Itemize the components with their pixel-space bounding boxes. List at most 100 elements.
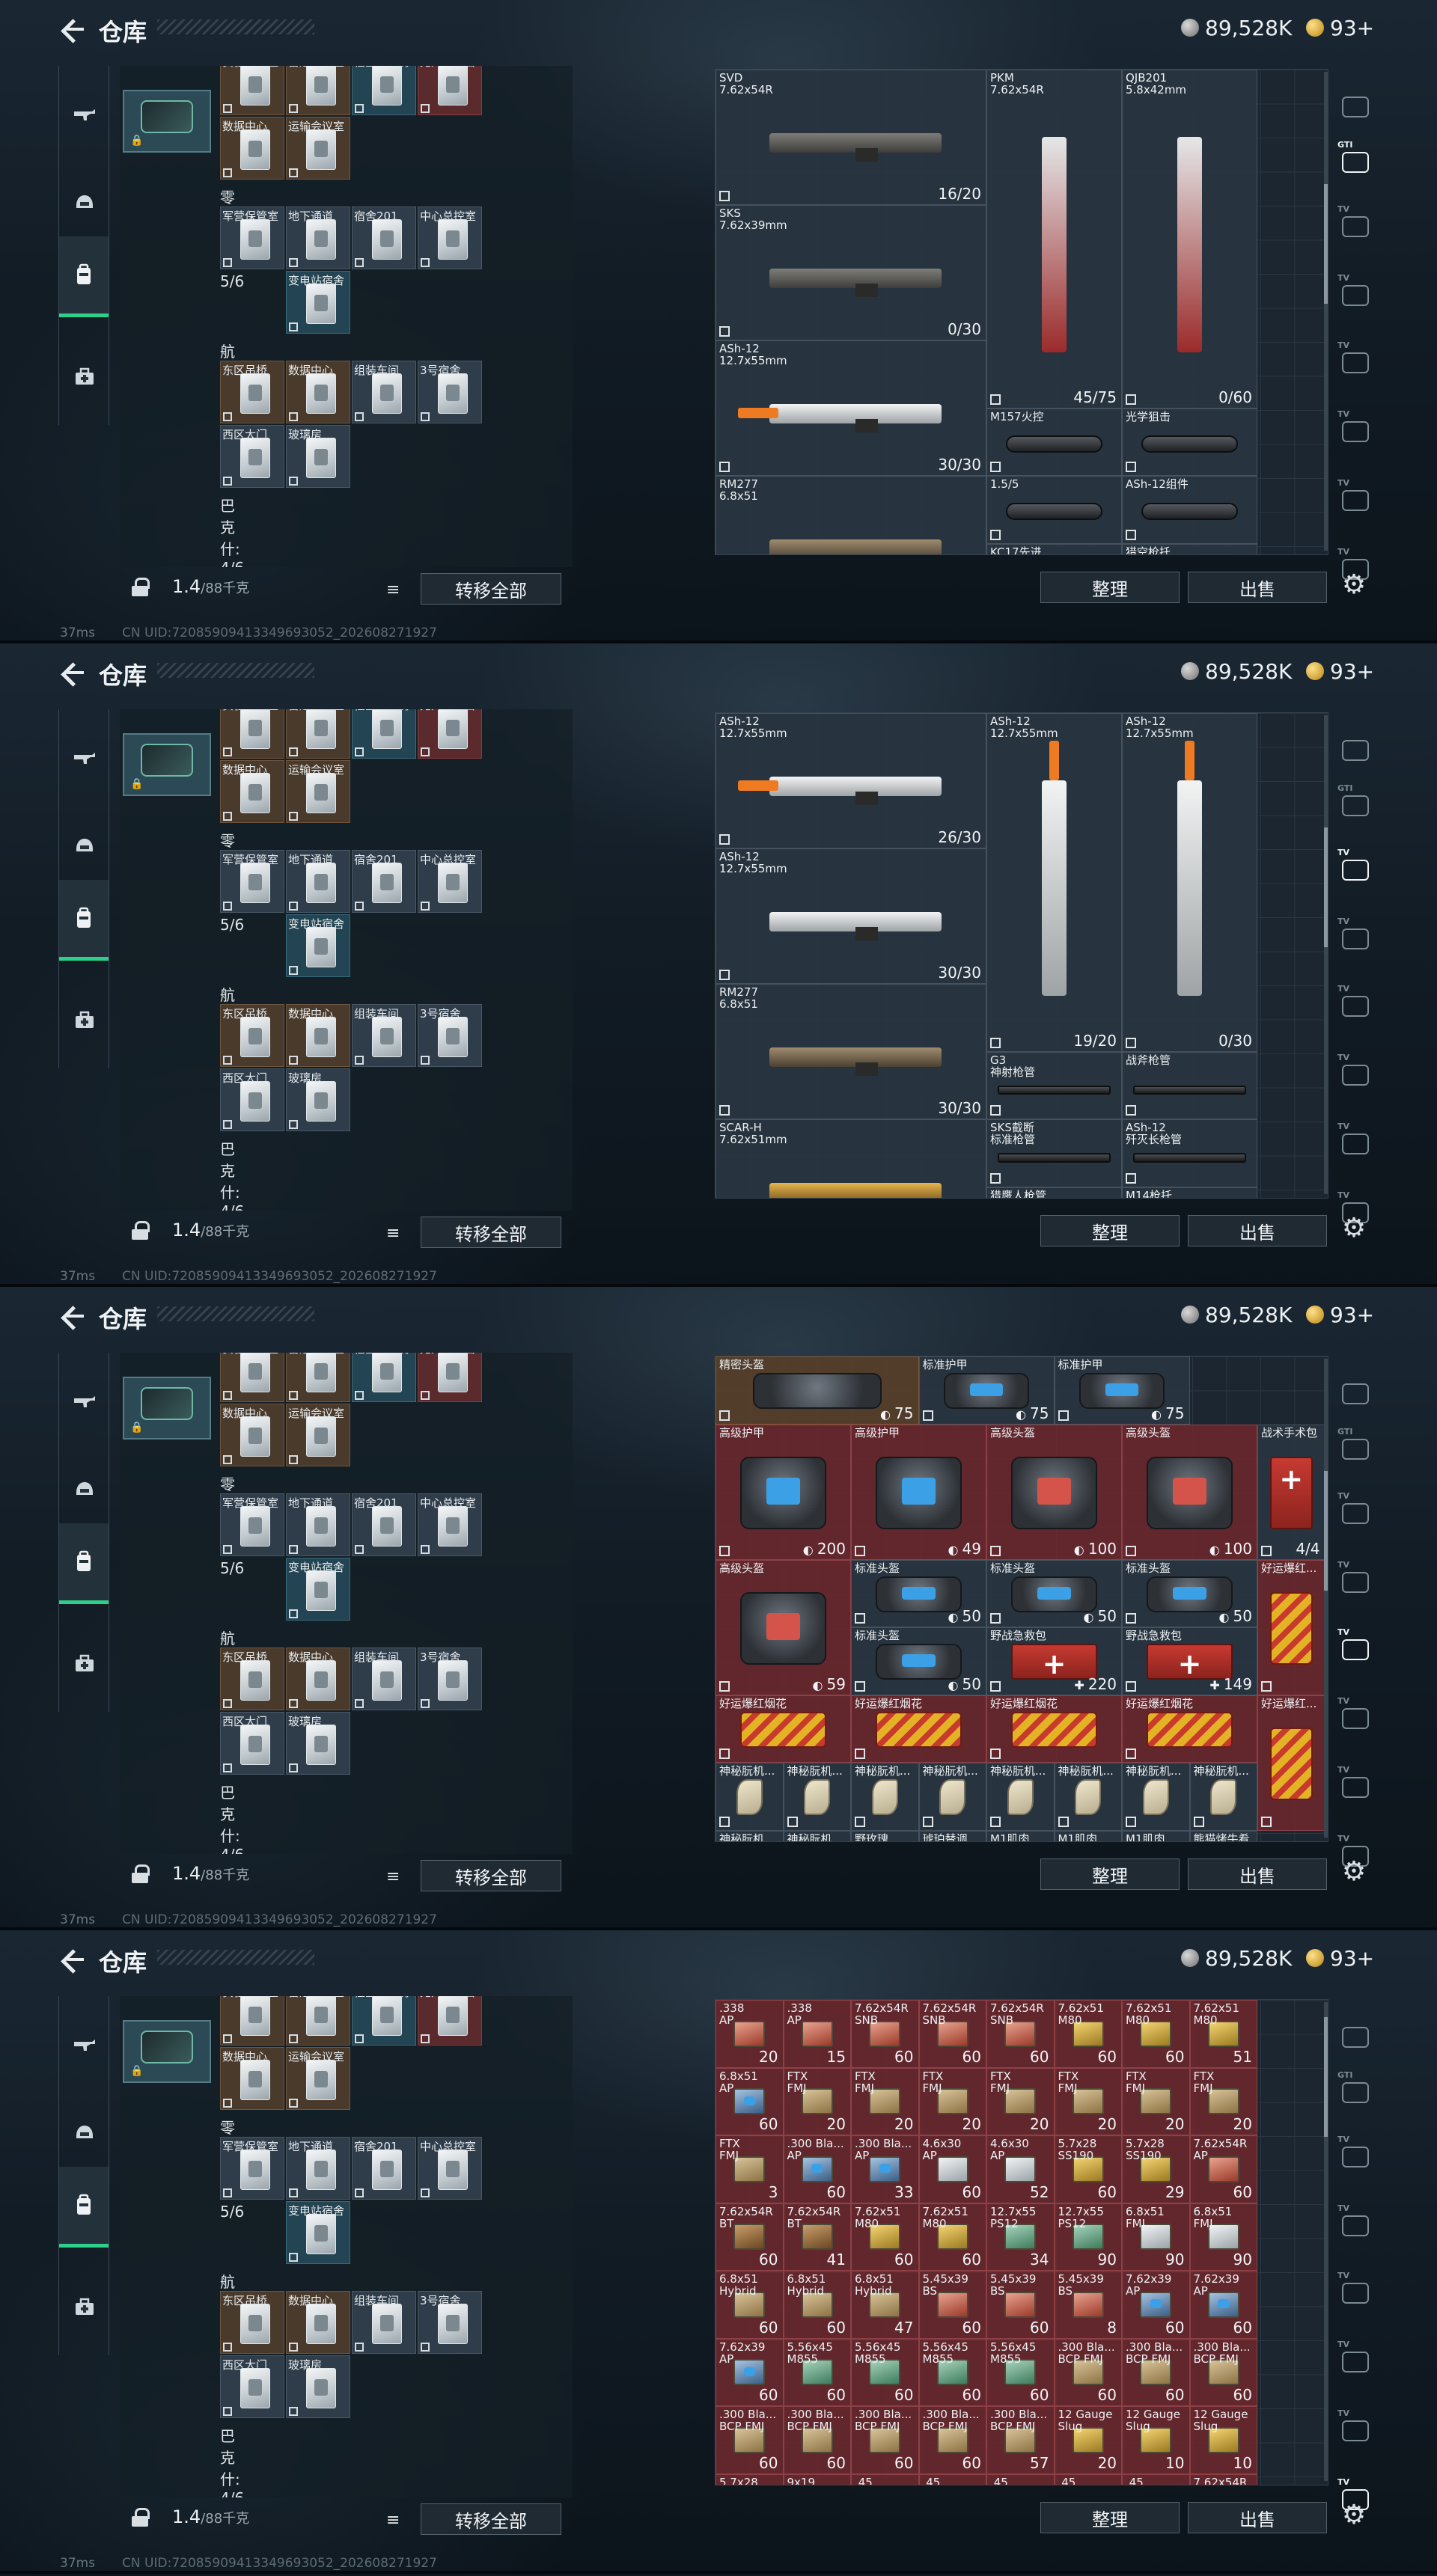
sort-button[interactable]: 整理 bbox=[1040, 2502, 1180, 2533]
inventory-grid[interactable]: SVD 7.62x54R 16/20 PKM 7.62x54R 45/75 QJB201… bbox=[715, 69, 1328, 555]
inventory-item[interactable]: 琥珀替调 bbox=[918, 1830, 986, 1841]
ammo-item[interactable]: FTX FMJ 20 bbox=[1189, 2067, 1257, 2135]
inventory-item[interactable]: 高级头盔 100 bbox=[1122, 1424, 1257, 1560]
inventory-item[interactable]: SCAR-H 7.62x51mm bbox=[716, 1119, 986, 1198]
key-card[interactable]: 组装车间 bbox=[352, 2291, 416, 2354]
ammo-item[interactable]: 5.45x39 BS 60 bbox=[918, 2271, 986, 2339]
ammo-item[interactable]: .45 ACP bbox=[1054, 2473, 1122, 2485]
ammo-item[interactable]: 6.8x51 FMJ 90 bbox=[1122, 2203, 1190, 2271]
ammo-item[interactable]: 5.45x39 BS 8 bbox=[1054, 2271, 1122, 2339]
ammo-item[interactable]: 12 Gauge Slug 10 bbox=[1189, 2406, 1257, 2474]
inventory-item[interactable]: 1.5/5 bbox=[986, 476, 1122, 544]
inventory-item[interactable]: 神秘朊机... bbox=[1189, 1763, 1257, 1831]
inventory-item[interactable]: 好运爆红... bbox=[1257, 1559, 1325, 1695]
tv-icon[interactable] bbox=[1334, 1491, 1376, 1532]
list-view-icon[interactable]: ≡ bbox=[386, 1867, 400, 1886]
key-card[interactable]: 数据中心 bbox=[286, 361, 350, 423]
tab-backpack[interactable] bbox=[59, 2167, 109, 2248]
ammo-item[interactable]: 6.8x51 Hybrid 60 bbox=[716, 2271, 784, 2339]
key-card[interactable] bbox=[220, 2201, 284, 2264]
ammo-item[interactable]: .338 AP 20 bbox=[716, 2000, 784, 2068]
tab-backpack[interactable] bbox=[59, 236, 109, 317]
ammo-item[interactable]: 5.56x45 M855 60 bbox=[986, 2338, 1055, 2406]
inventory-item[interactable]: SKS 7.62x39mm 0/30 bbox=[716, 205, 986, 340]
key-card[interactable] bbox=[220, 1558, 284, 1621]
key-card[interactable]: 运输会议室 bbox=[286, 1404, 350, 1466]
key-card[interactable]: 变电站宿舍 bbox=[286, 914, 350, 977]
ammo-item[interactable]: 7.62x51 M80 51 bbox=[1189, 2000, 1257, 2068]
key-storage-list[interactable]: 🔒 实验员宿室雷达会议室检查站库房无人机平台数据中心运输会议室零号大坝: 5/6… bbox=[120, 1353, 573, 1854]
inventory-item[interactable]: 好运爆红烟花 bbox=[1122, 1695, 1257, 1763]
settings-gear-icon[interactable]: ⚙ bbox=[1338, 1212, 1370, 1243]
tab-weapons[interactable] bbox=[65, 1383, 104, 1422]
settings-gear-icon[interactable]: ⚙ bbox=[1338, 569, 1370, 600]
inventory-grid[interactable]: .338 AP 20.338 AP 15 7.62x54R SNB 60 7.62x54R… bbox=[715, 1999, 1328, 2485]
sort-button[interactable]: 整理 bbox=[1040, 1215, 1180, 1246]
sell-button[interactable]: 出售 bbox=[1188, 2502, 1327, 2533]
key-card[interactable]: 无人机平台 bbox=[418, 66, 482, 115]
ammo-item[interactable]: 5.7x28 SS190 60 bbox=[1054, 2135, 1122, 2203]
garage-icon[interactable] bbox=[1334, 88, 1376, 126]
inventory-grid[interactable]: 精密头盔75标准护甲75标准护甲75高级护甲200高级护甲49高级头盔100高级… bbox=[715, 1356, 1328, 1842]
inventory-item[interactable]: 神秘朊机... bbox=[716, 1763, 784, 1831]
ammo-item[interactable]: 5.56x45 M855 60 bbox=[851, 2338, 919, 2406]
inventory-item[interactable]: 神秘朊机 bbox=[783, 1830, 851, 1841]
key-card[interactable]: 数据中心 bbox=[286, 2291, 350, 2354]
ammo-item[interactable]: 4.6x30 AP 52 bbox=[986, 2135, 1055, 2203]
inventory-item[interactable]: ASh-12 歼灭长枪管 bbox=[1122, 1119, 1257, 1187]
sell-button[interactable]: 出售 bbox=[1188, 1858, 1327, 1890]
inventory-item[interactable]: M14枪托 bbox=[1122, 1187, 1257, 1198]
inventory-item[interactable]: 战术手术包 4/4 bbox=[1257, 1424, 1325, 1560]
ammo-item[interactable]: .300 Bla... BCP FMJ 60 bbox=[1189, 2338, 1257, 2406]
ammo-item[interactable]: 7.62x51 M80 60 bbox=[851, 2203, 919, 2271]
transfer-all-button[interactable]: 转移全部 bbox=[421, 1217, 561, 1248]
ammo-item[interactable]: FTX FMJ 20 bbox=[986, 2067, 1055, 2135]
settings-gear-icon[interactable]: ⚙ bbox=[1338, 2499, 1370, 2530]
scrollbar-thumb[interactable] bbox=[1324, 2017, 1328, 2137]
inventory-item[interactable]: RM277 6.8x51 30/30 bbox=[716, 984, 986, 1119]
key-storage-list[interactable]: 🔒 实验员宿室雷达会议室检查站库房无人机平台数据中心运输会议室零号大坝: 5/6… bbox=[120, 66, 573, 567]
gti-icon[interactable] bbox=[1334, 1427, 1376, 1468]
key-card[interactable]: 西区大门 bbox=[220, 1068, 284, 1131]
inventory-item[interactable]: 战斧枪管 bbox=[1122, 1051, 1257, 1119]
sort-button[interactable]: 整理 bbox=[1040, 572, 1180, 603]
transfer-all-button[interactable]: 转移全部 bbox=[421, 2503, 561, 2535]
garage-icon[interactable] bbox=[1334, 2019, 1376, 2056]
ammo-item[interactable]: 7.62x54R AP 60 bbox=[1189, 2135, 1257, 2203]
ammo-item[interactable]: .338 AP 15 bbox=[783, 2000, 851, 2068]
tv-icon[interactable] bbox=[1334, 984, 1376, 1025]
inventory-item[interactable]: 神秘朊机... bbox=[1122, 1763, 1190, 1831]
gold-currency[interactable]: 93+ bbox=[1306, 15, 1374, 40]
key-card[interactable]: 雷达会议室 bbox=[286, 709, 350, 759]
tv-icon[interactable] bbox=[1334, 1122, 1376, 1163]
inventory-item[interactable]: SKS截断 标准枪管 bbox=[986, 1119, 1122, 1187]
inventory-item[interactable]: ASh-12组件 bbox=[1122, 476, 1257, 544]
phone-card[interactable]: 🔒 bbox=[123, 2020, 211, 2083]
tv-icon[interactable] bbox=[1334, 848, 1376, 889]
key-card[interactable]: 运输会议室 bbox=[286, 117, 350, 180]
key-card[interactable]: 数据中心 bbox=[286, 1004, 350, 1067]
ammo-item[interactable]: 7.62x39 AP 60 bbox=[1122, 2271, 1190, 2339]
inventory-grid[interactable]: ASh-12 12.7x55mm 26/30 ASh-12 12.7x55mm 19/… bbox=[715, 712, 1328, 1199]
scrollbar-thumb[interactable] bbox=[1324, 184, 1328, 304]
key-card[interactable]: 组装车间 bbox=[352, 1004, 416, 1067]
tab-supplies[interactable] bbox=[65, 2288, 104, 2327]
inventory-item[interactable]: 好运爆红烟花 bbox=[986, 1695, 1122, 1763]
garage-icon[interactable] bbox=[1334, 1375, 1376, 1413]
tv-icon[interactable] bbox=[1334, 2203, 1376, 2245]
key-card[interactable]: 雷达会议室 bbox=[286, 1996, 350, 2046]
key-card[interactable]: 玻璃房 bbox=[286, 2355, 350, 2418]
key-card[interactable]: 地下通道 bbox=[286, 850, 350, 913]
tv-icon[interactable] bbox=[1334, 409, 1376, 450]
back-button[interactable] bbox=[60, 660, 85, 685]
ammo-item[interactable]: 12.7x55 PS12 90 bbox=[1054, 2203, 1122, 2271]
inventory-item[interactable]: 好运爆红烟花 bbox=[716, 1695, 851, 1763]
ammo-item[interactable]: FTX FMJ 3 bbox=[716, 2135, 784, 2203]
key-card[interactable]: 宿舍201 bbox=[352, 1493, 416, 1556]
key-card[interactable]: 检查站库房 bbox=[352, 1353, 416, 1402]
key-card[interactable]: 3号宿舍 bbox=[418, 361, 482, 423]
phone-card[interactable]: 🔒 bbox=[123, 1377, 211, 1440]
inventory-item[interactable]: 熊猫烤牛肴 bbox=[1189, 1830, 1257, 1841]
key-card[interactable]: 地下通道 bbox=[286, 206, 350, 269]
inventory-item[interactable]: 标准头盔 50 bbox=[851, 1559, 986, 1627]
